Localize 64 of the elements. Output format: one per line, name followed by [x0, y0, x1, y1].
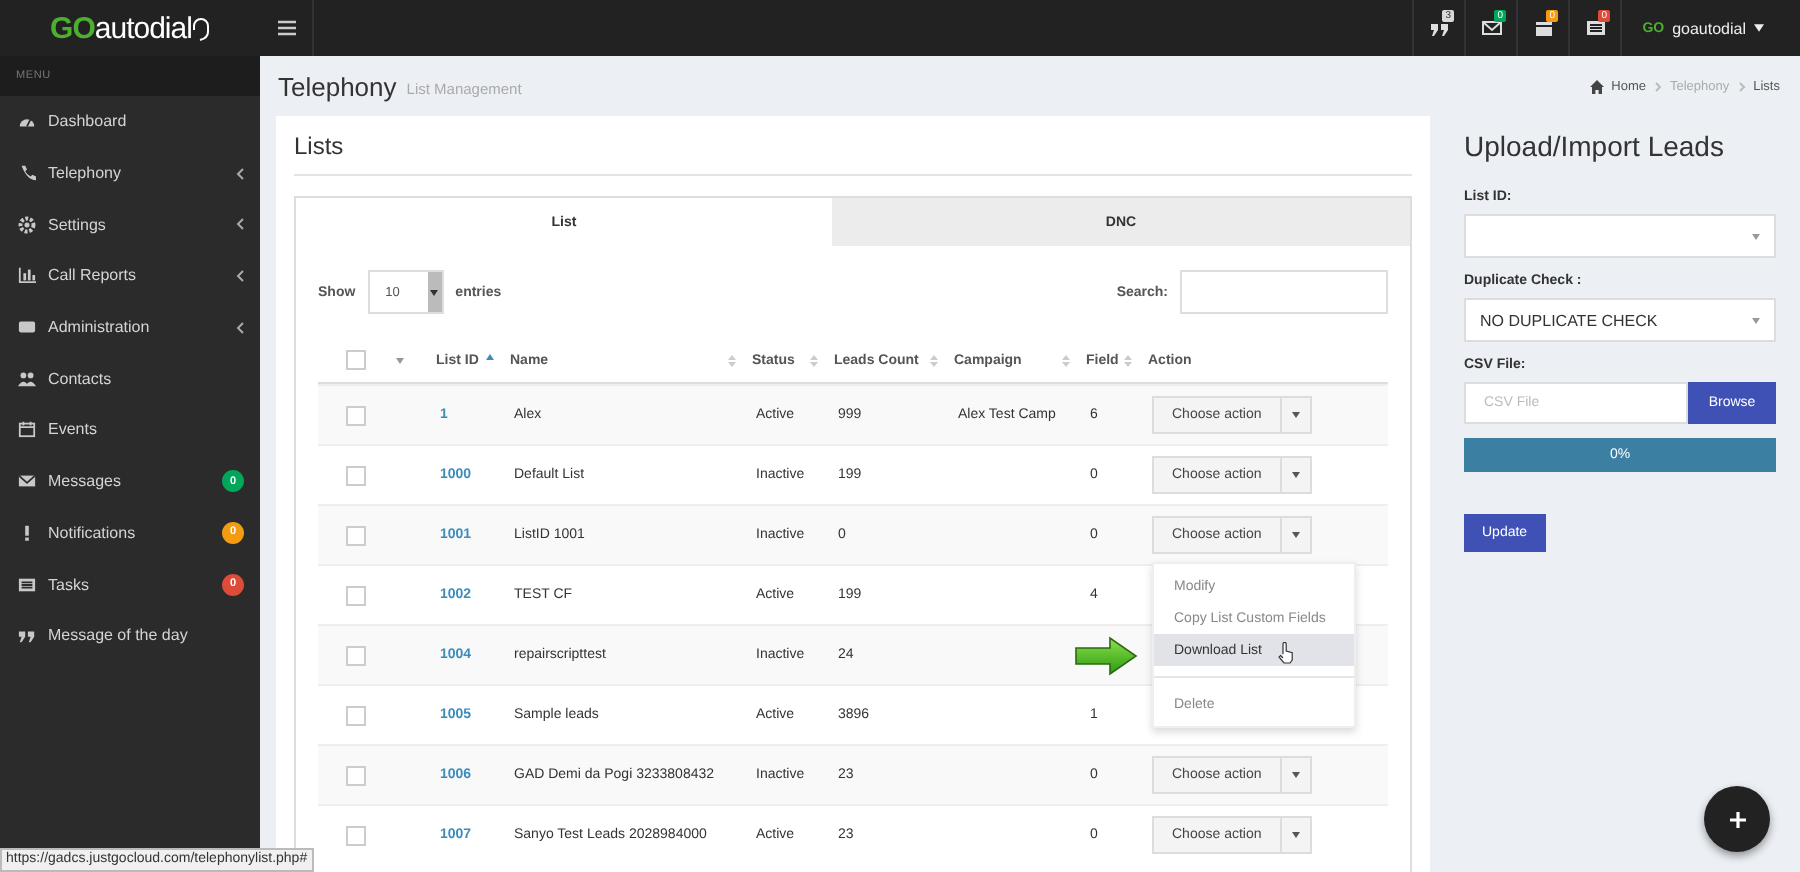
caret-icon[interactable]	[1291, 532, 1300, 538]
sort-icon[interactable]	[810, 353, 818, 367]
chevron-icon	[1737, 81, 1746, 91]
dropdown-toggle[interactable]	[1281, 756, 1312, 794]
row-checkbox[interactable]	[346, 405, 366, 425]
row-checkbox[interactable]	[346, 585, 366, 605]
quote-icon[interactable]	[1429, 18, 1450, 38]
sort-icon[interactable]	[728, 353, 736, 367]
section-title: Upload/Import Leads	[1464, 127, 1726, 166]
search-field[interactable]	[1180, 270, 1388, 314]
plus-icon	[1729, 811, 1745, 827]
caret-icon[interactable]	[1291, 412, 1300, 418]
add-button[interactable]	[1704, 786, 1770, 852]
row-checkbox[interactable]	[346, 705, 366, 725]
chevron-icon[interactable]	[236, 269, 244, 282]
row-checkbox[interactable]	[346, 465, 366, 485]
dropdown-toggle[interactable]	[1281, 396, 1312, 434]
caret-icon[interactable]	[1291, 472, 1300, 478]
list-icon[interactable]	[1585, 18, 1606, 38]
page-title: Telephony	[278, 71, 397, 101]
envelope-icon	[18, 472, 36, 491]
sidebar-item[interactable]: Administration	[0, 301, 260, 353]
calendar-icon[interactable]	[1533, 18, 1554, 38]
row-checkbox[interactable]	[346, 765, 366, 785]
sidebar-item[interactable]: Call Reports	[0, 250, 260, 302]
logo-wordmark[interactable]: GOautodial	[0, 11, 260, 45]
sidebar-item[interactable]: Message of the day	[0, 609, 260, 662]
duplicate-check-select[interactable]: NO DUPLICATE CHECK	[1464, 298, 1776, 342]
chevron-icon	[1653, 81, 1662, 91]
caret-icon[interactable]	[1291, 772, 1300, 778]
sidebar-item[interactable]: Events	[0, 404, 260, 456]
sort-icon[interactable]	[1062, 353, 1070, 367]
calendar-icon	[18, 420, 36, 439]
dropdown-toggle[interactable]	[1281, 456, 1312, 494]
list-icon	[18, 575, 36, 594]
quote-icon	[18, 626, 36, 645]
sidebar-item[interactable]: Telephony	[0, 147, 260, 199]
row-checkbox[interactable]	[346, 825, 366, 845]
card-title: Lists	[294, 116, 1412, 176]
caret-icon[interactable]	[430, 289, 439, 295]
people-icon	[18, 369, 36, 388]
row-checkbox[interactable]	[346, 525, 366, 545]
chevron-icon[interactable]	[236, 218, 244, 231]
hand-cursor-icon	[1278, 642, 1294, 664]
select-all-checkbox[interactable]	[346, 350, 366, 370]
sidebar-item[interactable]: Contacts	[0, 352, 260, 405]
sidebar-item[interactable]: Settings	[0, 198, 260, 251]
chevron-icon[interactable]	[236, 167, 244, 180]
sidebar-item[interactable]: Dashboard	[0, 96, 260, 148]
home-icon	[1589, 79, 1604, 93]
phone-icon	[18, 164, 36, 183]
bar-chart-icon	[18, 266, 36, 285]
dropdown-toggle[interactable]	[1281, 516, 1312, 554]
caret-icon[interactable]	[1754, 24, 1764, 32]
sort-icon[interactable]	[930, 353, 938, 367]
chevron-icon[interactable]	[236, 321, 244, 334]
dropdown-toggle[interactable]	[1281, 816, 1312, 854]
row-checkbox[interactable]	[346, 645, 366, 665]
user-name[interactable]: goautodial	[1672, 19, 1746, 37]
caret-icon[interactable]	[1291, 832, 1300, 838]
headset-icon	[191, 15, 210, 41]
gear-icon	[18, 215, 36, 234]
envelope-icon[interactable]	[1481, 18, 1502, 38]
sort-icon[interactable]	[1124, 353, 1132, 367]
